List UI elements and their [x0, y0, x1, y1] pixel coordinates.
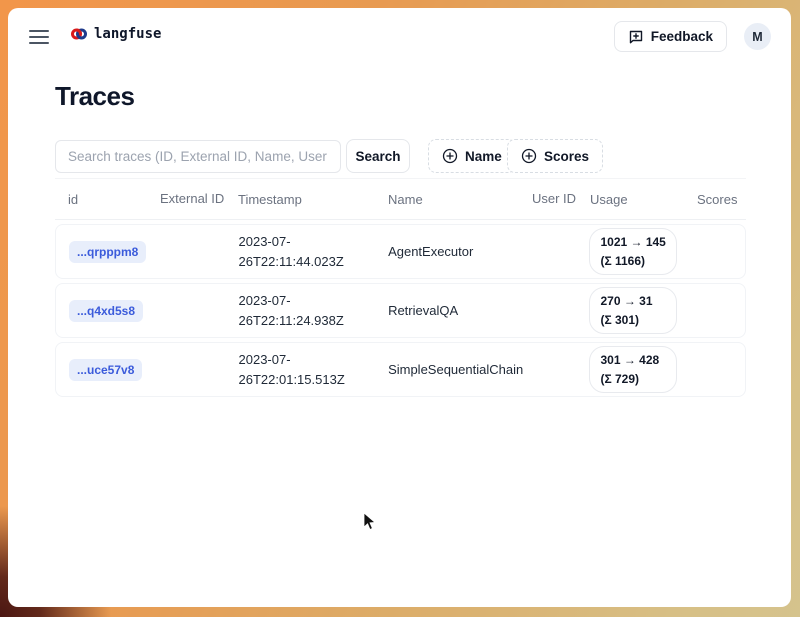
controls-row: Search Name Scores	[55, 139, 746, 173]
timestamp-cell: 2023-07-26T22:11:44.023Z	[231, 232, 381, 271]
trace-id-link[interactable]: ...q4xd5s8	[69, 300, 143, 322]
usage-badge: 301 → 428 (Σ 729)	[589, 346, 677, 393]
name-cell: SimpleSequentialChain	[380, 360, 524, 380]
column-header-timestamp[interactable]: Timestamp	[230, 192, 380, 207]
traces-table: id External ID Timestamp Name User ID Us…	[55, 178, 746, 397]
usage-cell: 270 → 31 (Σ 301)	[581, 287, 687, 334]
brand-name: langfuse	[94, 26, 161, 42]
menu-icon[interactable]	[29, 27, 49, 47]
timestamp-cell: 2023-07-26T22:01:15.513Z	[231, 350, 381, 389]
trace-id-cell: ...uce57v8	[56, 359, 153, 381]
name-cell: AgentExecutor	[380, 242, 524, 262]
name-cell: RetrievalQA	[380, 301, 524, 321]
trace-id-link[interactable]: ...uce57v8	[69, 359, 142, 381]
usage-cell: 301 → 428 (Σ 729)	[581, 346, 687, 393]
usage-badge: 1021 → 145 (Σ 1166)	[589, 228, 677, 275]
column-header-external-id[interactable]: External ID	[152, 190, 230, 209]
column-header-id[interactable]: id	[55, 192, 152, 207]
trace-id-link[interactable]: ...qrpppm8	[69, 241, 146, 263]
table-row[interactable]: ...q4xd5s8 2023-07-26T22:11:24.938Z Retr…	[55, 283, 746, 338]
plus-circle-icon	[442, 148, 458, 164]
search-input[interactable]	[55, 140, 341, 173]
filter-scores-label: Scores	[544, 149, 589, 164]
avatar-initial: M	[752, 30, 762, 44]
trace-id-cell: ...qrpppm8	[56, 241, 153, 263]
column-header-usage[interactable]: Usage	[582, 192, 688, 207]
topbar: langfuse Feedback M	[8, 8, 791, 72]
usage-cell: 1021 → 145 (Σ 1166)	[581, 228, 687, 275]
brand[interactable]: langfuse	[71, 26, 161, 42]
column-header-scores[interactable]: Scores	[688, 192, 746, 207]
usage-badge: 270 → 31 (Σ 301)	[589, 287, 677, 334]
table-row[interactable]: ...uce57v8 2023-07-26T22:01:15.513Z Simp…	[55, 342, 746, 397]
plus-circle-icon	[521, 148, 537, 164]
avatar[interactable]: M	[744, 23, 771, 50]
table-body: ...qrpppm8 2023-07-26T22:11:44.023Z Agen…	[55, 224, 746, 397]
langfuse-logo-icon	[71, 27, 87, 41]
feedback-button[interactable]: Feedback	[614, 21, 727, 52]
trace-id-cell: ...q4xd5s8	[56, 300, 153, 322]
feedback-label: Feedback	[651, 29, 713, 44]
table-row[interactable]: ...qrpppm8 2023-07-26T22:11:44.023Z Agen…	[55, 224, 746, 279]
timestamp-cell: 2023-07-26T22:11:24.938Z	[231, 291, 381, 330]
feedback-icon	[628, 29, 644, 45]
filter-name-label: Name	[465, 149, 502, 164]
page-title: Traces	[55, 81, 134, 112]
filter-scores-button[interactable]: Scores	[507, 139, 603, 173]
app-window: langfuse Feedback M Traces Search Name	[8, 8, 791, 607]
filter-name-button[interactable]: Name	[428, 139, 516, 173]
column-header-name[interactable]: Name	[380, 192, 524, 207]
search-button[interactable]: Search	[346, 139, 410, 173]
table-header-row: id External ID Timestamp Name User ID Us…	[55, 178, 746, 220]
mouse-pointer	[363, 512, 377, 532]
column-header-user-id[interactable]: User ID	[524, 190, 582, 209]
